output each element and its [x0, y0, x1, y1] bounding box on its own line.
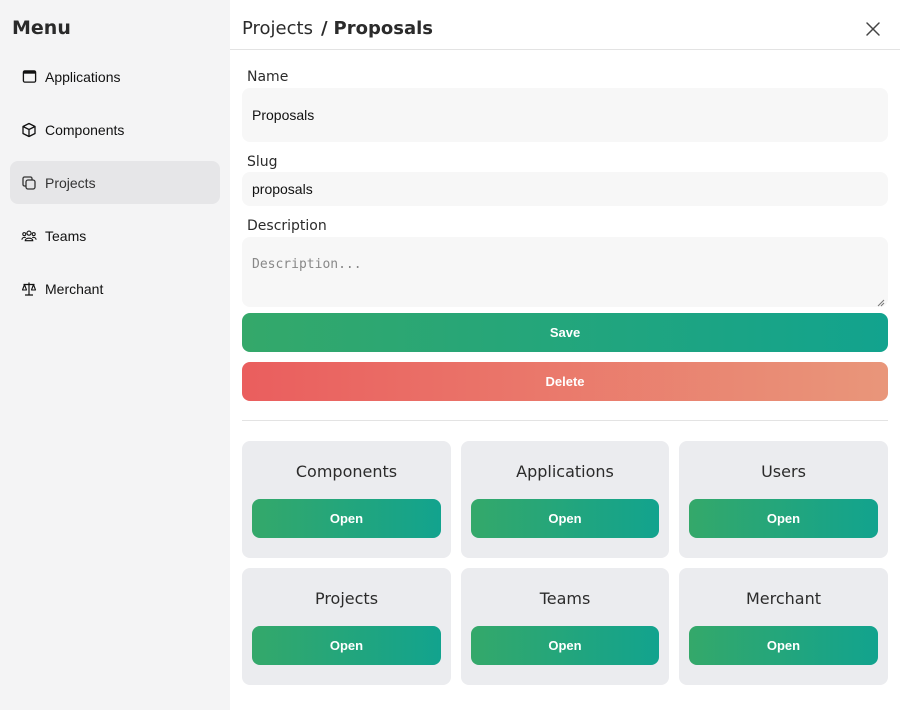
slug-label: Slug: [247, 154, 278, 170]
shortcut-grid: Components Open Applications Open Users …: [242, 441, 888, 685]
breadcrumb-parent[interactable]: Projects: [242, 18, 313, 39]
sidebar-item-label: Teams: [45, 227, 87, 244]
description-field[interactable]: Description...: [242, 237, 888, 307]
divider: [242, 420, 888, 421]
card-projects: Projects Open: [242, 568, 451, 685]
slug-field[interactable]: proposals: [242, 172, 888, 206]
resize-grip-icon[interactable]: [877, 296, 885, 307]
sidebar-item-label: Merchant: [45, 280, 104, 297]
sidebar-item-teams[interactable]: Teams: [10, 214, 220, 257]
breadcrumb-current: Proposals: [333, 18, 433, 39]
open-button[interactable]: Open: [471, 499, 659, 538]
card-title: Teams: [539, 589, 591, 608]
sidebar-item-components[interactable]: Components: [10, 108, 220, 151]
window-icon: [21, 69, 37, 85]
open-button[interactable]: Open: [689, 626, 878, 665]
name-field[interactable]: Proposals: [242, 88, 888, 142]
name-label: Name: [247, 69, 289, 85]
save-button[interactable]: Save: [242, 313, 888, 352]
sidebar-item-projects[interactable]: Projects: [10, 161, 220, 204]
menu-list: Applications Components Projects Teams M…: [10, 55, 220, 320]
open-button[interactable]: Open: [252, 499, 441, 538]
card-components: Components Open: [242, 441, 451, 558]
sidebar-item-applications[interactable]: Applications: [10, 55, 220, 98]
open-button[interactable]: Open: [471, 626, 659, 665]
card-teams: Teams Open: [461, 568, 669, 685]
sidebar-item-label: Applications: [45, 68, 121, 85]
card-users: Users Open: [679, 441, 888, 558]
card-merchant: Merchant Open: [679, 568, 888, 685]
header: Projects / Proposals: [230, 0, 900, 50]
breadcrumb-separator: /: [320, 18, 328, 39]
card-title: Projects: [314, 589, 379, 608]
card-title: Users: [761, 462, 806, 481]
main-panel: Projects / Proposals Name Proposals Slug p…: [230, 0, 900, 710]
copy-icon: [21, 175, 37, 191]
sidebar-item-label: Components: [45, 121, 125, 138]
card-title: Applications: [516, 462, 614, 481]
open-button[interactable]: Open: [252, 626, 441, 665]
users-icon: [21, 228, 37, 244]
app-window: Menu Applications Components Projects Te…: [0, 0, 900, 710]
sidebar: Menu Applications Components Projects Te…: [0, 0, 230, 710]
cube-icon: [21, 122, 37, 138]
description-placeholder: Description...: [252, 257, 362, 272]
scale-icon: [21, 281, 37, 297]
card-title: Components: [295, 462, 398, 481]
description-label: Description: [247, 218, 327, 234]
menu-title: Menu: [12, 17, 71, 39]
breadcrumb: Projects / Proposals: [242, 18, 433, 39]
sidebar-item-label: Projects: [45, 174, 96, 191]
close-icon[interactable]: [864, 20, 882, 38]
card-applications: Applications Open: [461, 441, 669, 558]
delete-button[interactable]: Delete: [242, 362, 888, 401]
open-button[interactable]: Open: [689, 499, 878, 538]
project-form: Name Proposals Slug proposals Descriptio…: [242, 50, 888, 401]
sidebar-item-merchant[interactable]: Merchant: [10, 267, 220, 310]
card-title: Merchant: [745, 589, 822, 608]
